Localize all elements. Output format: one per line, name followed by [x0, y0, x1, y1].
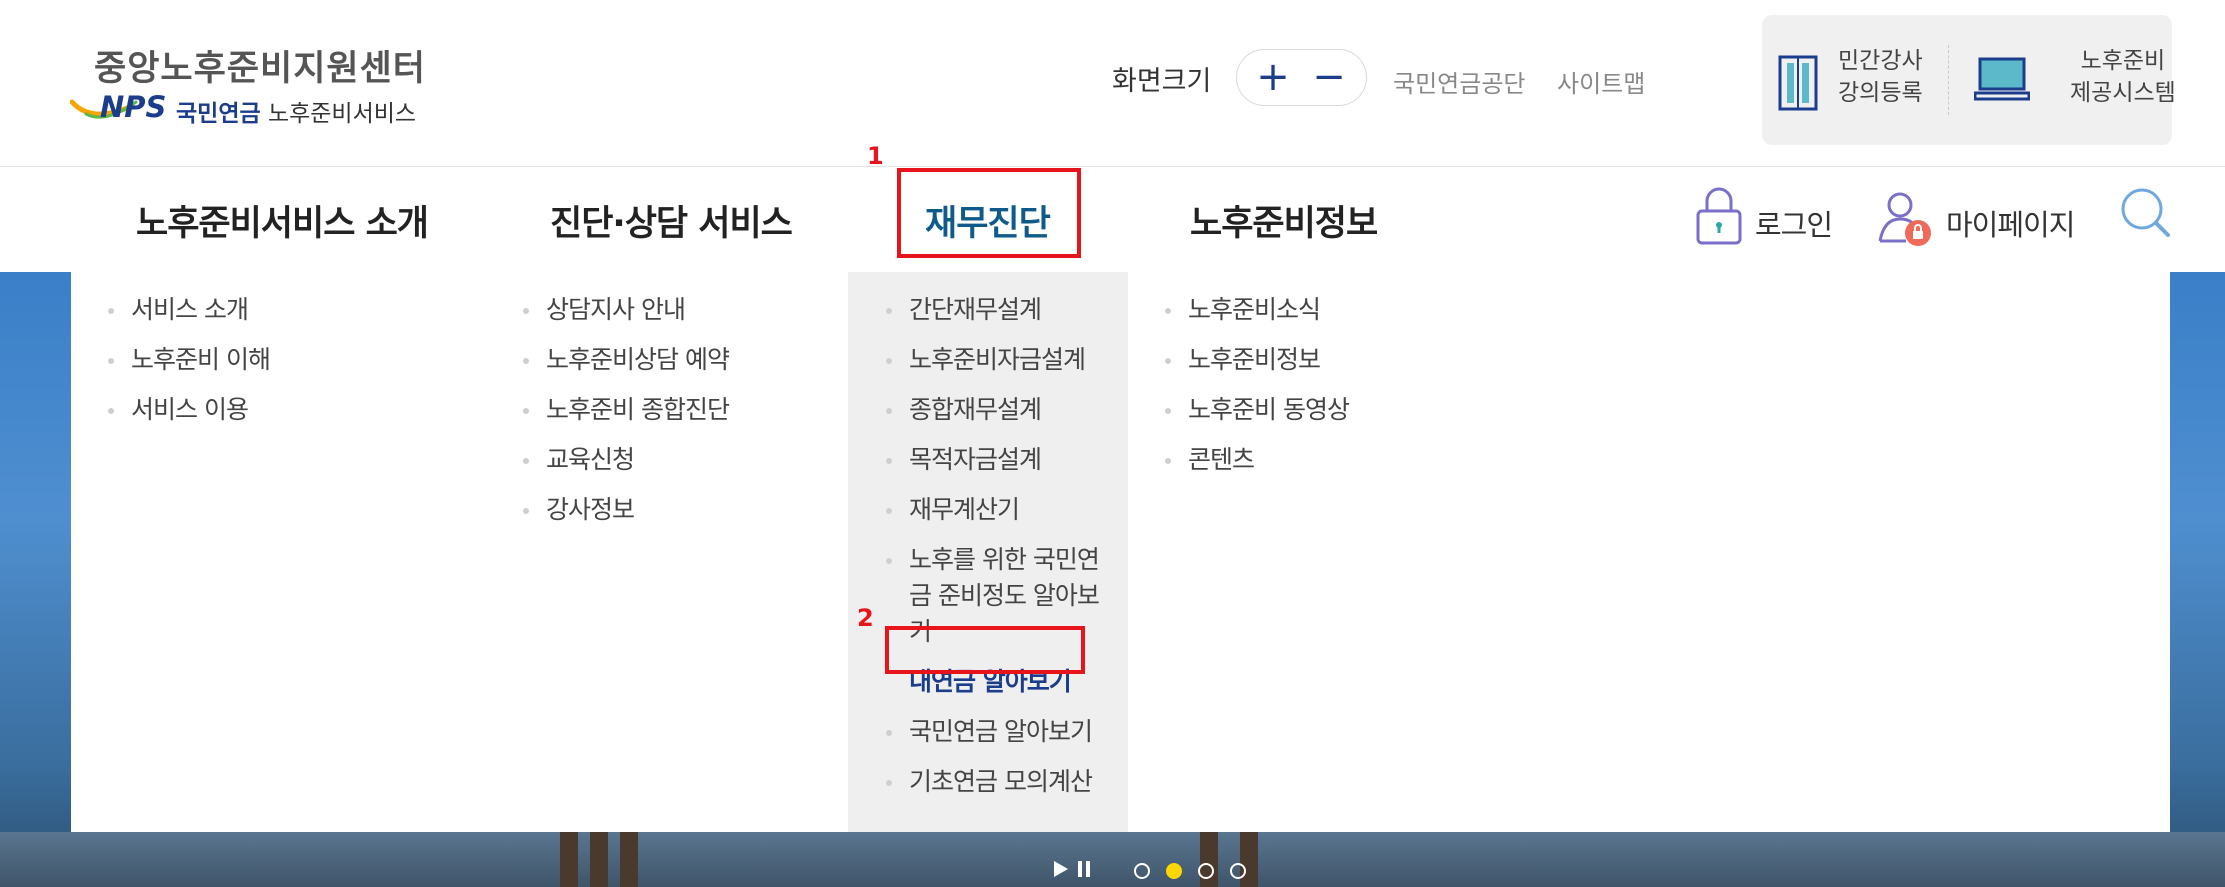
font-size-label: 화면크기	[1112, 66, 1212, 97]
mypage-link[interactable]: 마이페이지	[1876, 185, 2076, 255]
instructor-register-line2: 강의등록	[1838, 80, 1923, 106]
menu-item-service-use[interactable]: 서비스 이용	[102, 392, 270, 428]
global-navigation: 노후준비서비스 소개 진단·상담 서비스 재무진단 노후준비정보 1 로그인 마…	[0, 142, 2225, 272]
site-logo[interactable]: 중앙노후준비지원센터 NPS 국민연금 노후준비서비스	[70, 40, 470, 140]
quick-links-box: 민간강사 강의등록 노후준비 제공시스템	[1762, 15, 2176, 145]
quick-links-divider	[1948, 45, 1949, 115]
instructor-register-link[interactable]: 민간강사 강의등록	[1778, 45, 1928, 115]
menu-item-education-apply[interactable]: 교육신청	[517, 442, 729, 478]
nav-retirement-info[interactable]: 노후준비정보	[1190, 195, 1378, 246]
nav-service-intro[interactable]: 노후준비서비스 소개	[136, 195, 429, 246]
slide-dot-1[interactable]	[1134, 863, 1150, 879]
binder-icon	[1778, 55, 1818, 111]
mega-menu-panel: 서비스 소개 노후준비 이해 서비스 이용 상담지사 안내 노후준비상담 예약 …	[71, 272, 2170, 832]
menu-item-simple-financial-plan[interactable]: 간단재무설계	[880, 292, 1120, 328]
font-size-control: + −	[1236, 49, 1367, 106]
menu-item-comprehensive-financial-plan[interactable]: 종합재무설계	[880, 392, 1120, 428]
menu-item-basic-pension-simulation[interactable]: 기초연금 모의계산	[880, 764, 1120, 800]
logo-sub-brand: 국민연금	[176, 101, 261, 127]
logo-nps: NPS	[100, 90, 167, 124]
site-header: 중앙노후준비지원센터 NPS 국민연금 노후준비서비스 화면크기 + − 국민연…	[0, 0, 2225, 167]
mypage-label: 마이페이지	[1946, 208, 2075, 242]
slide-dot-3[interactable]	[1198, 863, 1214, 879]
slide-dot-4[interactable]	[1230, 863, 1246, 879]
logo-sub-service: 노후준비서비스	[260, 101, 417, 127]
menu-item-purpose-fund-plan[interactable]: 목적자금설계	[880, 442, 1120, 478]
menu-item-comprehensive-diagnosis[interactable]: 노후준비 종합진단	[517, 392, 730, 428]
login-link[interactable]: 로그인	[1695, 185, 1835, 255]
font-decrease-button[interactable]: −	[1309, 57, 1349, 98]
laptop-icon	[1974, 57, 2030, 101]
instructor-register-label: 민간강사 강의등록	[1838, 45, 1923, 109]
provider-system-line1: 노후준비	[2080, 48, 2166, 74]
annotation-number-2: 2	[857, 604, 874, 632]
provider-system-link[interactable]: 노후준비 제공시스템	[1974, 45, 2176, 115]
menu-column-financial-diagnosis: 간단재무설계 노후준비자금설계 종합재무설계 목적자금설계 재무계산기 노후를 …	[880, 292, 1120, 814]
logo-title: 중앙노후준비지원센터	[94, 49, 427, 89]
menu-item-financial-calculator[interactable]: 재무계산기	[880, 492, 1120, 528]
lock-icon	[1696, 187, 1742, 245]
menu-item-national-pension[interactable]: 국민연금 알아보기	[880, 714, 1120, 750]
menu-column-retirement-info: 노후준비소식 노후준비정보 노후준비 동영상 콘텐츠	[1159, 292, 1350, 492]
menu-item-retirement-fund-plan[interactable]: 노후준비자금설계	[880, 342, 1120, 378]
font-increase-button[interactable]: +	[1253, 57, 1293, 98]
menu-column-service-intro: 서비스 소개 노후준비 이해 서비스 이용	[102, 292, 271, 442]
menu-item-retirement-understanding[interactable]: 노후준비 이해	[102, 342, 271, 378]
logo-subtitle: 국민연금 노후준비서비스	[176, 94, 416, 128]
nav-diagnosis-consult[interactable]: 진단·상담 서비스	[550, 195, 793, 246]
menu-item-retirement-videos[interactable]: 노후준비 동영상	[1159, 392, 1350, 428]
menu-item-contents[interactable]: 콘텐츠	[1159, 442, 1349, 478]
slide-dot-2[interactable]	[1166, 863, 1182, 879]
instructor-register-line1: 민간강사	[1838, 48, 1923, 74]
menu-item-retirement-info[interactable]: 노후준비정보	[1159, 342, 1349, 378]
menu-item-instructor-info[interactable]: 강사정보	[517, 492, 729, 528]
menu-item-retirement-news[interactable]: 노후준비소식	[1159, 292, 1349, 328]
menu-item-consult-reservation[interactable]: 노후준비상담 예약	[517, 342, 730, 378]
play-icon[interactable]	[1052, 858, 1070, 880]
pause-icon[interactable]	[1076, 858, 1092, 880]
nps-link[interactable]: 국민연금공단	[1393, 64, 1525, 99]
annotation-number-1: 1	[867, 142, 884, 170]
sitemap-link[interactable]: 사이트맵	[1557, 64, 1645, 99]
menu-item-service-intro[interactable]: 서비스 소개	[102, 292, 270, 328]
search-icon[interactable]	[2118, 185, 2174, 241]
menu-column-diagnosis-consult: 상담지사 안내 노후준비상담 예약 노후준비 종합진단 교육신청 강사정보	[517, 292, 730, 542]
login-label: 로그인	[1755, 208, 1833, 242]
annotation-box-1	[897, 168, 1081, 258]
banner-pier	[0, 832, 2225, 887]
provider-system-label: 노후준비 제공시스템	[2070, 45, 2176, 109]
menu-item-branch-info[interactable]: 상담지사 안내	[517, 292, 729, 328]
annotation-box-2	[885, 626, 1085, 674]
provider-system-line2: 제공시스템	[2070, 80, 2176, 106]
user-lock-icon	[1878, 192, 1931, 246]
